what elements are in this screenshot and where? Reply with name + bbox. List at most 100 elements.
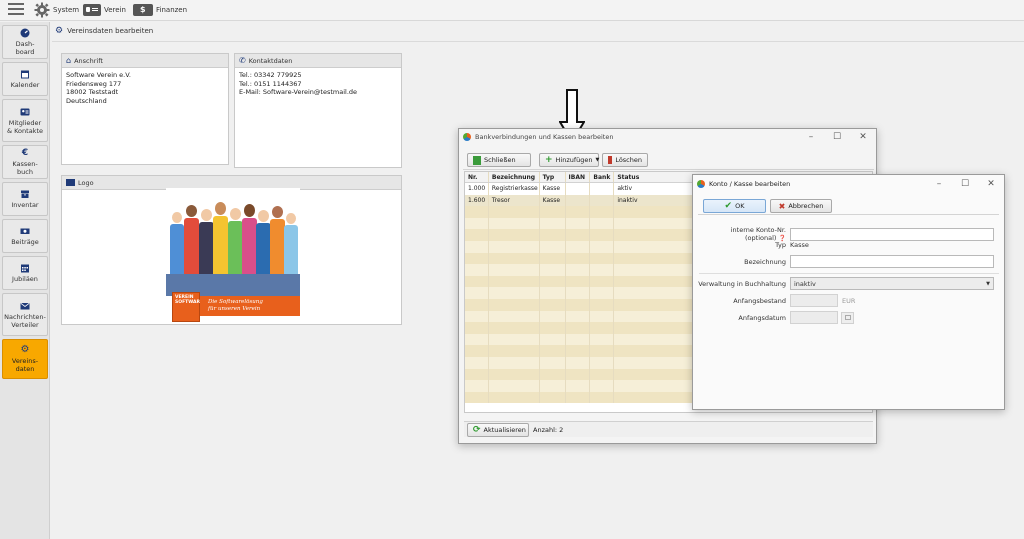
cell-typ: Kasse [540,194,566,207]
gear-icon: ⚙ [55,26,64,36]
empty-cell [489,229,540,241]
verein-button[interactable]: Verein [83,2,126,18]
sidebar-item-kassenbuch[interactable]: € Kassen- buch [2,145,48,179]
empty-cell [489,252,540,265]
column-header[interactable]: Typ [540,172,566,182]
empty-cell [566,333,591,346]
sidebar-item-mitglieder[interactable]: Mitglieder & Kontakte [2,99,48,142]
sidebar-item-kalender[interactable]: Kalender [2,62,48,96]
anfangsbestand-input[interactable] [790,294,838,307]
empty-cell [540,206,566,218]
column-header[interactable]: Nr. [465,172,489,182]
bank-dialog-title: Bankverbindungen und Kassen bearbeiten [475,133,614,141]
empty-cell [465,275,489,288]
edit-dialog-titlebar[interactable]: Konto / Kasse bearbeiten – ☐ ✕ [693,175,1004,192]
empty-cell [540,345,566,357]
empty-cell [465,229,489,241]
close-button[interactable]: Schließen [467,153,531,167]
ok-button[interactable]: ✔ OK [703,199,766,213]
image-icon [66,179,75,186]
system-button[interactable]: System [34,2,79,18]
chevron-down-icon: ▼ [595,157,600,163]
sidebar-item-nachrichten[interactable]: Nachrichten- Verteiler [2,293,48,336]
sidebar-item-label: Inventar [11,201,39,209]
anschrift-body[interactable]: Software Verein e.V. Friedensweg 177 180… [62,68,228,108]
close-icon[interactable]: ✕ [978,179,1004,189]
money-bill-icon [133,4,153,16]
sidebar-item-jubilaeen[interactable]: Jubiläen [2,256,48,290]
box-text: VEREIN SOFTWARE [175,295,203,305]
page-header: ⚙ Vereinsdaten bearbeiten [55,26,153,36]
trash-icon [608,156,613,164]
konto-input[interactable] [790,227,994,241]
empty-cell [489,380,540,392]
verwaltung-select[interactable]: inaktiv ▼ [790,277,994,290]
minimize-icon[interactable]: – [798,132,824,142]
empty-cell [566,217,591,230]
form-divider [699,273,999,274]
sidebar-item-beitraege[interactable]: Beiträge [2,219,48,253]
minimize-icon[interactable]: – [926,179,952,189]
cancel-button[interactable]: ✖ Abbrechen [770,199,832,213]
bestand-label: Anfangsbestand [733,296,786,305]
add-button[interactable]: + Hinzufügen ▼ [539,153,599,167]
empty-cell [489,264,540,276]
dashboard-icon [20,28,30,38]
column-header[interactable]: Bank [590,172,615,182]
cell-nr: 1.600 [465,194,489,207]
konto-label: interne Konto-Nr. (optional) ❓ [698,226,790,242]
banner-line-2: für unseren Verein [208,306,261,312]
empty-cell [489,275,540,288]
empty-cell [465,391,489,404]
cell-bank [590,183,615,195]
cross-icon: ✖ [778,201,786,211]
bank-dialog-titlebar[interactable]: Bankverbindungen und Kassen bearbeiten –… [459,129,876,145]
kontakt-body[interactable]: Tel.: 03342 779925 Tel.: 0151 1144367 E-… [235,68,401,100]
sidebar-item-label: Mitglieder & Kontakte [6,118,43,135]
calendar-button[interactable] [841,311,854,324]
cell-iban [566,194,591,207]
menu-icon[interactable] [8,3,24,17]
column-header[interactable]: Bezeichnung [489,172,540,182]
anfangsdatum-input[interactable] [790,311,838,324]
ok-button-label: OK [735,202,745,210]
empty-cell [489,345,540,357]
empty-cell [566,264,591,276]
empty-cell [465,310,489,323]
empty-cell [566,368,591,381]
finanzen-button[interactable]: Finanzen [133,2,187,18]
empty-cell [540,368,566,381]
cell-nr: 1.000 [465,183,489,195]
empty-cell [590,206,615,218]
verein-label: Verein [104,6,126,14]
delete-button[interactable]: Löschen [602,153,648,167]
logo-image[interactable]: VEREIN SOFTWARE Die Softwarelösung für u… [166,188,300,322]
empty-cell [489,298,540,311]
close-icon[interactable]: ✕ [850,132,876,142]
empty-cell [489,240,540,253]
bezeichnung-input[interactable] [790,255,994,268]
sidebar-item-label: Dash- board [15,40,35,56]
empty-cell [590,298,615,311]
address-line: Friedensweg 177 [66,79,122,88]
column-header[interactable]: IBAN [566,172,591,182]
mail-icon [20,302,30,309]
empty-cell [566,345,591,357]
sidebar-item-vereinsdaten[interactable]: ⚙ Vereins- daten [2,339,48,379]
maximize-icon[interactable]: ☐ [952,179,978,189]
sidebar-item-inventar[interactable]: Inventar [2,182,48,216]
sidebar-item-label: Beiträge [11,238,39,246]
close-button-label: Schließen [484,156,516,164]
typ-value: Kasse [790,241,809,249]
empty-cell [566,356,591,369]
empty-cell [566,310,591,323]
sidebar-item-dashboard[interactable]: Dash- board [2,25,48,59]
refresh-button[interactable]: ⟳ Aktualisieren [467,423,529,437]
sidebar-item-label: Nachrichten- Verteiler [4,312,46,329]
empty-cell [566,380,591,392]
empty-cell [489,368,540,381]
cell-typ: Kasse [540,183,566,195]
empty-cell [489,217,540,230]
maximize-icon[interactable]: ☐ [824,132,850,142]
id-card-icon [83,4,101,16]
